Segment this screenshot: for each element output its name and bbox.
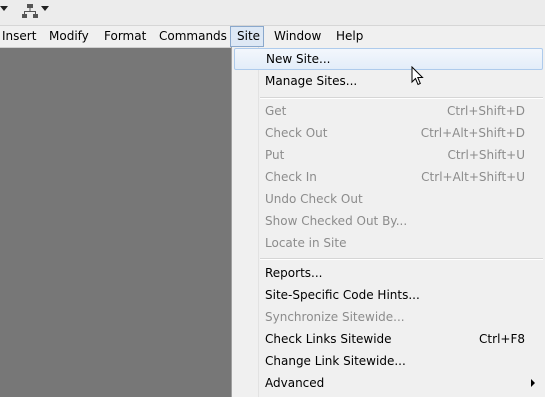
menu-site[interactable]: Site [230,26,264,47]
site-dropdown-chevron-icon[interactable] [41,6,49,11]
menu-item-undo-check-out: Undo Check Out [234,188,543,210]
menu-item-label: Advanced [265,376,325,390]
menu-separator [260,258,543,260]
menu-item-site-specific-code-hints[interactable]: Site-Specific Code Hints... [234,284,543,306]
menu-item-label: Undo Check Out [265,192,363,206]
menu-item-advanced[interactable]: Advanced [234,372,543,394]
menu-item-label: New Site... [266,52,331,66]
site-network-icon[interactable] [22,3,38,19]
menu-insert[interactable]: Insert [2,26,36,47]
menu-item-shortcut: Ctrl+Shift+D [447,104,525,118]
menu-item-put: Put Ctrl+Shift+U [234,144,543,166]
menu-item-check-links-sitewide[interactable]: Check Links Sitewide Ctrl+F8 [234,328,543,350]
menu-item-label: Get [265,104,287,118]
menu-item-label: Check Links Sitewide [265,332,392,346]
menu-item-manage-sites[interactable]: Manage Sites... [234,70,543,92]
menu-item-label: Locate in Site [265,236,347,250]
site-menu-dropdown: New Site... Manage Sites... Get Ctrl+Shi… [231,47,545,397]
menu-item-new-site[interactable]: New Site... [234,48,543,70]
menu-item-label: Synchronize Sitewide... [265,310,405,324]
menu-help[interactable]: Help [336,26,363,47]
menu-item-shortcut: Ctrl+Shift+U [447,148,525,162]
menu-item-shortcut: Ctrl+Alt+Shift+D [420,126,525,140]
menu-item-label: Put [265,148,285,162]
menu-item-label: Reports... [265,266,323,280]
menu-window[interactable]: Window [274,26,321,47]
menu-item-shortcut: Ctrl+F8 [479,332,525,346]
menu-separator [260,97,543,99]
menu-format[interactable]: Format [104,26,146,47]
menu-item-label: Check In [265,170,317,184]
menu-modify[interactable]: Modify [49,26,89,47]
menu-item-label: Change Link Sitewide... [265,354,406,368]
menu-item-show-checked-out-by: Show Checked Out By... [234,210,543,232]
menu-item-check-in: Check In Ctrl+Alt+Shift+U [234,166,543,188]
document-workspace [0,48,232,397]
menu-item-label: Check Out [265,126,328,140]
toolbar [0,0,545,26]
menu-item-shortcut: Ctrl+Alt+Shift+U [421,170,525,184]
menu-bar: Insert Modify Format Commands Site Windo… [0,26,545,48]
chevron-down-icon[interactable] [0,6,8,11]
menu-item-check-out: Check Out Ctrl+Alt+Shift+D [234,122,543,144]
menu-commands[interactable]: Commands [159,26,227,47]
menu-item-label: Manage Sites... [265,74,358,88]
menu-item-label: Show Checked Out By... [265,214,408,228]
menu-item-locate-in-site: Locate in Site [234,232,543,254]
menu-item-get: Get Ctrl+Shift+D [234,100,543,122]
menu-item-change-link-sitewide[interactable]: Change Link Sitewide... [234,350,543,372]
menu-item-reports[interactable]: Reports... [234,262,543,284]
mouse-pointer-icon [411,66,424,86]
menu-item-synchronize-sitewide: Synchronize Sitewide... [234,306,543,328]
menu-item-label: Site-Specific Code Hints... [265,288,420,302]
submenu-arrow-icon [531,379,535,387]
